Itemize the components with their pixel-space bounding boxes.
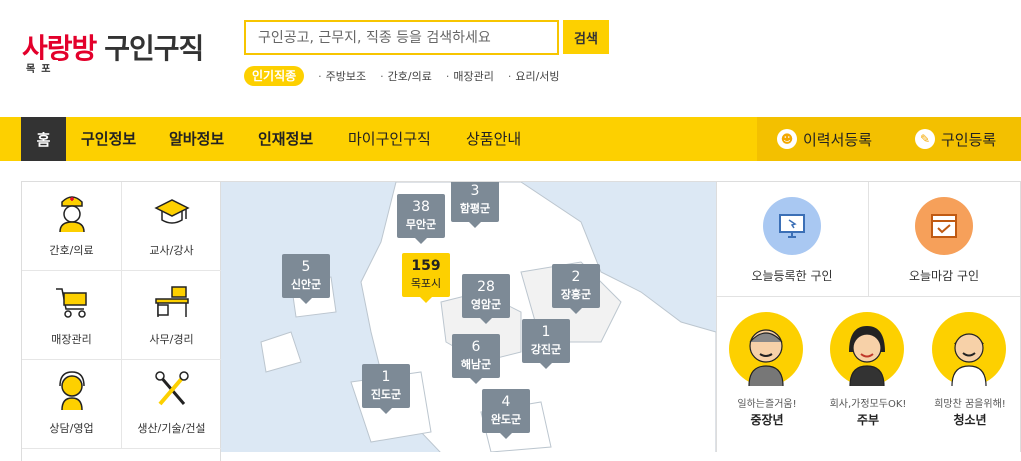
site-logo[interactable]: 사랑방 목포 구인구직 bbox=[22, 32, 204, 75]
map-marker-sinan[interactable]: 5 신안군 bbox=[282, 254, 330, 304]
nav-parttime-info[interactable]: 알바정보 bbox=[169, 117, 224, 161]
category-office[interactable]: 사무/경리 bbox=[122, 271, 222, 360]
main-nav: 홈 구인정보 알바정보 인재정보 마이구인구직 상품안내 ☻ 이력서등록 ✎ 구… bbox=[0, 117, 1021, 161]
job-post-label: 구인등록 bbox=[941, 130, 997, 149]
category-label: 상담/영업 bbox=[49, 422, 94, 435]
category-teacher[interactable]: 교사/강사 bbox=[122, 182, 222, 271]
today-closing-button[interactable]: 오늘마감 구인 bbox=[869, 182, 1021, 296]
logo-subtitle: 구인구직 bbox=[104, 32, 204, 65]
map-marker-jindo[interactable]: 1 진도군 bbox=[362, 364, 410, 414]
persona-type: 중장년 bbox=[750, 413, 784, 427]
category-label: 생산/기술/건설 bbox=[137, 422, 206, 435]
persona-caption: 일하는즐거움! bbox=[737, 399, 797, 410]
youth-avatar-icon bbox=[932, 312, 1006, 387]
persona-type: 청소년 bbox=[953, 413, 987, 427]
job-post-button[interactable]: ✎ 구인등록 bbox=[915, 117, 996, 161]
map-marker-gangjin[interactable]: 1 강진군 bbox=[522, 319, 570, 369]
tools-icon bbox=[155, 371, 189, 406]
popular-keywords: 인기직종 주방보조 간호/의료 매장관리 요리/서빙 bbox=[244, 66, 560, 86]
map-marker-mokpo[interactable]: 159 목포시 bbox=[402, 253, 450, 303]
category-store[interactable]: 매장관리 bbox=[22, 271, 122, 360]
nav-my-job[interactable]: 마이구인구직 bbox=[348, 117, 431, 161]
category-label: 교사/강사 bbox=[149, 244, 194, 257]
keyword-link[interactable]: 요리/서빙 bbox=[508, 68, 559, 84]
resume-register-button[interactable]: ☻ 이력서등록 bbox=[777, 117, 872, 161]
persona-type: 주부 bbox=[856, 413, 880, 427]
nav-products[interactable]: 상품안내 bbox=[466, 117, 521, 161]
category-nursing[interactable]: 간호/의료 bbox=[22, 182, 122, 271]
map-marker-jangheung[interactable]: 2 장흥군 bbox=[552, 264, 600, 314]
nav-job-info[interactable]: 구인정보 bbox=[81, 117, 136, 161]
keyword-link[interactable]: 간호/의료 bbox=[380, 68, 432, 84]
today-closing-label: 오늘마감 구인 bbox=[908, 269, 980, 283]
shopping-cart-icon bbox=[56, 288, 87, 318]
search-input[interactable] bbox=[256, 28, 557, 47]
popular-tag: 인기직종 bbox=[244, 66, 305, 86]
category-label: 간호/의료 bbox=[49, 244, 94, 257]
senior-avatar-icon bbox=[729, 312, 803, 387]
category-panel: 간호/의료 교사/강사 매장관리 사무/경리 상담/영업 생산/기술/건설 bbox=[21, 181, 222, 461]
graduation-cap-icon bbox=[154, 199, 190, 224]
today-registered-button[interactable]: 오늘등록한 구인 bbox=[717, 182, 868, 296]
right-panel: 오늘등록한 구인 오늘마감 구인 일하는즐거움! 중장년 회사,가정모두OK! … bbox=[716, 181, 1021, 452]
nav-right-area: ☻ 이력서등록 ✎ 구인등록 bbox=[757, 117, 1021, 161]
map-marker-wando[interactable]: 4 완도군 bbox=[482, 389, 530, 439]
logo-region: 목포 bbox=[24, 60, 59, 75]
keyword-link[interactable]: 주방보조 bbox=[318, 68, 366, 84]
person-icon: ☻ bbox=[777, 129, 797, 149]
keyword-link[interactable]: 매장관리 bbox=[446, 68, 493, 84]
search-field[interactable] bbox=[244, 20, 559, 55]
housewife-avatar-icon bbox=[830, 312, 904, 387]
persona-youth-button[interactable]: 희망찬 꿈을위해! 청소년 bbox=[920, 297, 1021, 453]
persona-caption: 희망찬 꿈을위해! bbox=[934, 399, 1006, 410]
map-marker-muan[interactable]: 38 무안군 bbox=[397, 194, 445, 244]
edit-icon: ✎ bbox=[915, 129, 935, 149]
persona-senior-button[interactable]: 일하는즐거움! 중장년 bbox=[717, 297, 818, 453]
map-marker-hampyeong[interactable]: 3 함평군 bbox=[451, 182, 499, 228]
monitor-icon bbox=[763, 197, 821, 255]
persona-caption: 회사,가정모두OK! bbox=[829, 399, 907, 410]
today-registered-label: 오늘등록한 구인 bbox=[751, 269, 833, 283]
category-label: 매장관리 bbox=[51, 333, 92, 346]
resume-register-label: 이력서등록 bbox=[803, 130, 873, 149]
headset-icon bbox=[59, 371, 85, 410]
persona-housewife-button[interactable]: 회사,가정모두OK! 주부 bbox=[818, 297, 920, 453]
map-marker-haenam[interactable]: 6 해남군 bbox=[452, 334, 500, 384]
nav-talent-info[interactable]: 인재정보 bbox=[258, 117, 313, 161]
category-consult[interactable]: 상담/영업 bbox=[22, 360, 122, 449]
desk-icon bbox=[155, 286, 189, 317]
nav-home[interactable]: 홈 bbox=[21, 117, 66, 161]
nurse-icon bbox=[59, 196, 85, 232]
category-label: 사무/경리 bbox=[149, 333, 194, 346]
search-button[interactable]: 검색 bbox=[563, 20, 609, 54]
category-production[interactable]: 생산/기술/건설 bbox=[122, 360, 222, 449]
calendar-icon bbox=[915, 197, 973, 255]
region-map: 3 함평군 38 무안군 5 신안군 159 목포시 28 영암군 2 장흥군 1 강진군 6… bbox=[221, 181, 716, 452]
map-marker-yeongam[interactable]: 28 영암군 bbox=[462, 274, 510, 324]
